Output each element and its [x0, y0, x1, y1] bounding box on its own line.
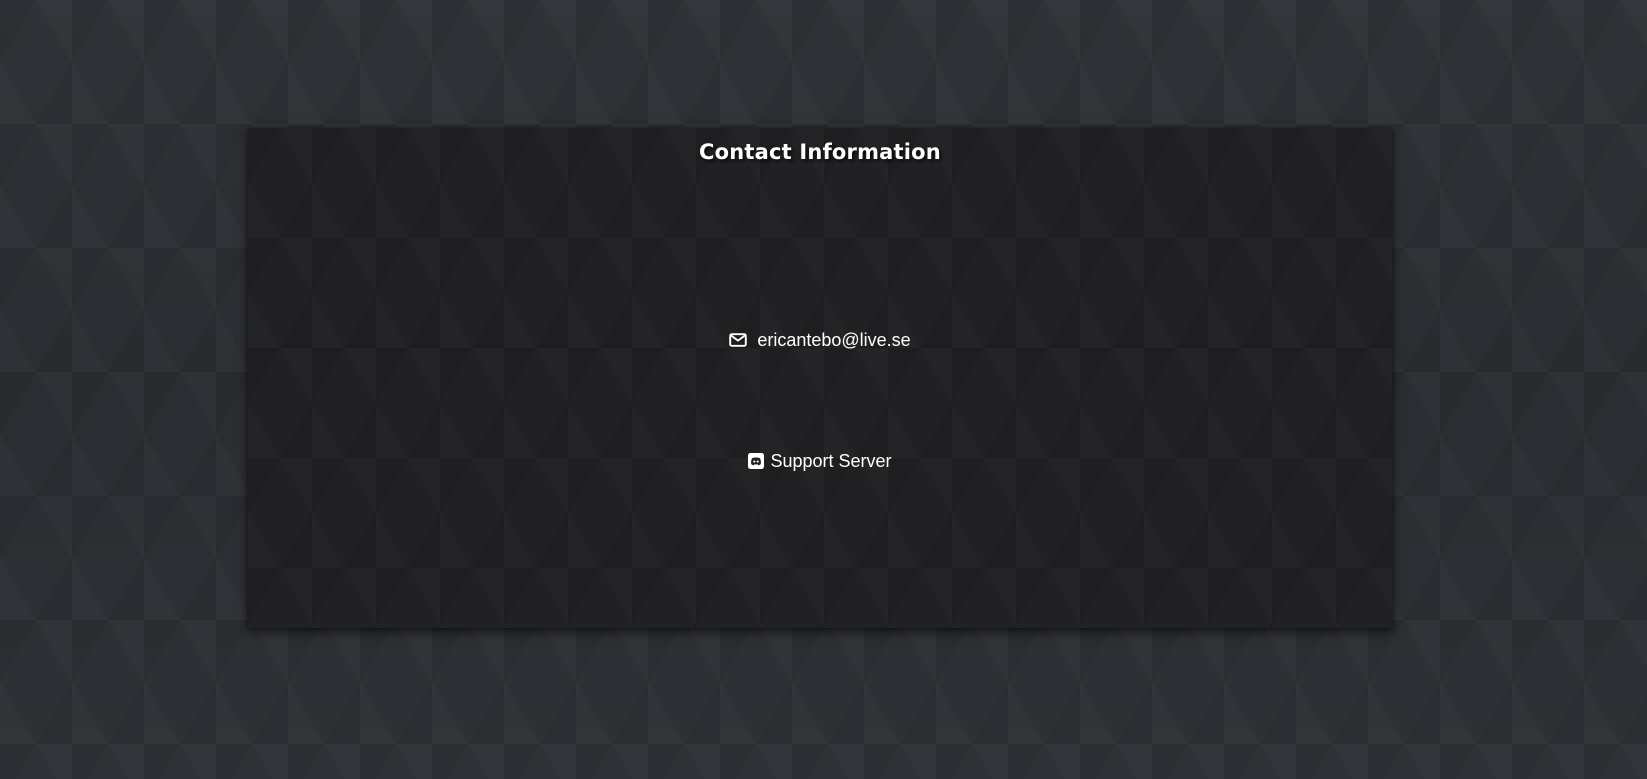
email-address: ericantebo@live.se: [757, 330, 911, 350]
discord-icon: [748, 453, 765, 469]
contact-panel: Contact Information ericantebo@live.se S…: [248, 128, 1392, 628]
page-title: Contact Information: [699, 140, 941, 164]
email-link[interactable]: ericantebo@live.se: [729, 329, 911, 351]
support-server-link[interactable]: Support Server: [748, 450, 892, 472]
email-row: ericantebo@live.se: [248, 329, 1392, 352]
support-server-label: Support Server: [770, 451, 892, 471]
discord-row: Support Server: [248, 450, 1392, 474]
envelope-icon: [729, 333, 748, 347]
